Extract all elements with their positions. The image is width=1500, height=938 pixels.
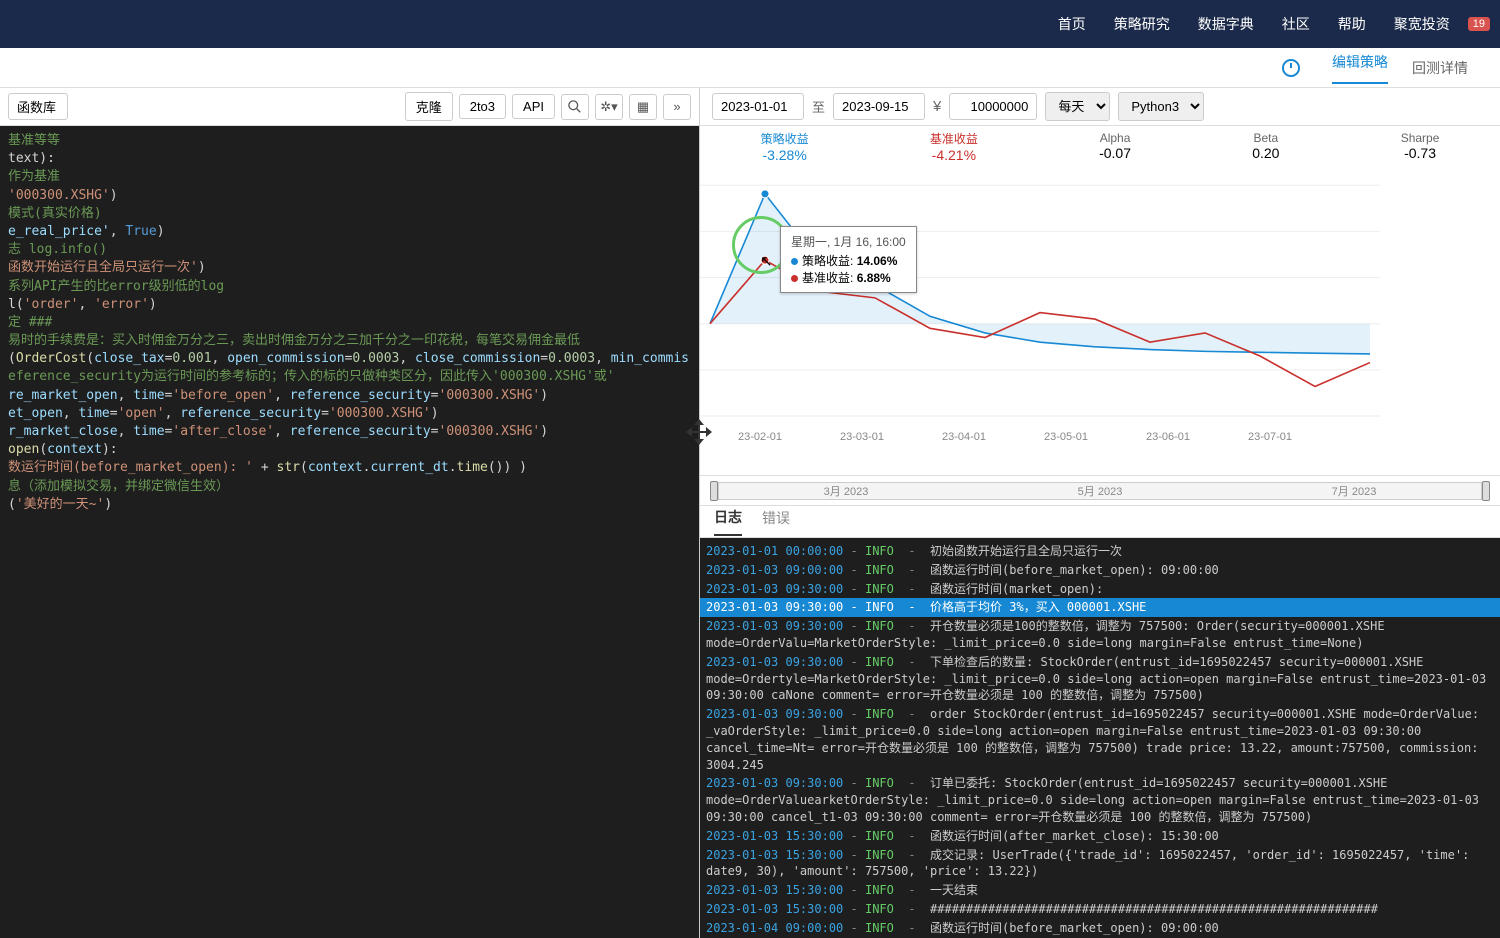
end-date-input[interactable] bbox=[833, 93, 925, 120]
split-drag-handle[interactable] bbox=[682, 415, 716, 449]
code-editor[interactable]: 基准等等text):作为基准'000300.XSHG')模式(真实价格)e_re… bbox=[0, 126, 699, 938]
editor-toolbar: 克隆 2to3 API ✲▾ ▦ » bbox=[0, 88, 699, 126]
start-date-input[interactable] bbox=[712, 93, 804, 120]
cursor-icon: ↖ bbox=[760, 252, 773, 270]
svg-text:23-03-01: 23-03-01 bbox=[840, 431, 884, 443]
tab-errors[interactable]: 错误 bbox=[762, 508, 790, 535]
clone-button[interactable]: 克隆 bbox=[405, 92, 453, 121]
top-nav: 首页 策略研究 数据字典 社区 帮助 聚宽投资 19 bbox=[0, 0, 1500, 48]
metrics-row: 策略收益-3.28% 基准收益-4.21% Alpha-0.07 Beta0.2… bbox=[700, 126, 1500, 166]
2to3-button[interactable]: 2to3 bbox=[459, 94, 506, 119]
log-row: 2023-01-03 15:30:00 - INFO - 成交记录: UserT… bbox=[700, 846, 1500, 882]
log-row: 2023-01-03 09:30:00 - INFO - 下单检查后的数量: S… bbox=[700, 653, 1500, 705]
backtest-controls: 至 ¥ 每天 Python3 bbox=[700, 88, 1500, 126]
frequency-select[interactable]: 每天 bbox=[1045, 92, 1110, 121]
nav-link[interactable]: 帮助 bbox=[1338, 16, 1366, 32]
metric-beta: Beta0.20 bbox=[1252, 131, 1279, 161]
svg-text:23-02-01: 23-02-01 bbox=[738, 431, 782, 443]
nav-link[interactable]: 社区 bbox=[1282, 16, 1310, 32]
svg-text:23-06-01: 23-06-01 bbox=[1146, 431, 1190, 443]
tab-logs[interactable]: 日志 bbox=[714, 507, 742, 536]
svg-text:23-04-01: 23-04-01 bbox=[942, 431, 986, 443]
api-button[interactable]: API bbox=[512, 94, 555, 119]
log-row: 2023-01-03 15:30:00 - INFO - ###########… bbox=[700, 900, 1500, 919]
nav-link[interactable]: 首页 bbox=[1058, 16, 1086, 32]
chart-tooltip: 星期一, 1月 16, 16:00 策略收益: 14.06% 基准收益: 6.8… bbox=[780, 226, 917, 293]
range-handle-right[interactable] bbox=[1482, 481, 1490, 501]
nav-link[interactable]: 聚宽投资 bbox=[1394, 16, 1450, 32]
svg-text:23-05-01: 23-05-01 bbox=[1044, 431, 1088, 443]
nav-link[interactable]: 数据字典 bbox=[1198, 16, 1254, 32]
metric-strategy-return: 策略收益-3.28% bbox=[761, 130, 809, 163]
log-row: 2023-01-03 15:30:00 - INFO - 函数运行时间(afte… bbox=[700, 827, 1500, 846]
nav-link[interactable]: 策略研究 bbox=[1114, 16, 1170, 32]
notif-badge[interactable]: 19 bbox=[1468, 17, 1490, 31]
tab-backtest-detail[interactable]: 回测详情 bbox=[1412, 58, 1468, 78]
metric-benchmark-return: 基准收益-4.21% bbox=[930, 130, 978, 163]
log-row: 2023-01-03 09:30:00 - INFO - order Stock… bbox=[700, 705, 1500, 774]
sub-nav: 编辑策略 回测详情 bbox=[0, 48, 1500, 88]
date-to-label: 至 bbox=[812, 97, 825, 116]
log-row: 2023-01-03 09:30:00 - INFO - 订单已委托: Stoc… bbox=[700, 774, 1500, 826]
log-row: 2023-01-04 09:00:00 - INFO - 函数运行时间(befo… bbox=[700, 919, 1500, 938]
function-lib-select[interactable] bbox=[8, 93, 68, 120]
log-row: 2023-01-03 09:00:00 - INFO - 函数运行时间(befo… bbox=[700, 561, 1500, 580]
date-range-slider[interactable]: 3月 20235月 20237月 2023 bbox=[700, 476, 1500, 506]
log-row: 2023-01-01 00:00:00 - INFO - 初始函数开始运行且全局… bbox=[700, 542, 1500, 561]
log-row: 2023-01-03 15:30:00 - INFO - 一天结束 bbox=[700, 881, 1500, 900]
language-select[interactable]: Python3 bbox=[1118, 92, 1204, 121]
log-output[interactable]: 2023-01-01 00:00:00 - INFO - 初始函数开始运行且全局… bbox=[700, 538, 1500, 938]
svg-text:23-07-01: 23-07-01 bbox=[1248, 431, 1292, 443]
metric-alpha: Alpha-0.07 bbox=[1099, 131, 1131, 161]
performance-chart[interactable]: 23-02-01 23-03-01 23-04-01 23-05-01 23-06-01… bbox=[700, 166, 1500, 476]
gear-icon[interactable]: ✲▾ bbox=[595, 94, 623, 120]
range-handle-left[interactable] bbox=[710, 481, 718, 501]
search-icon[interactable] bbox=[561, 94, 589, 120]
tab-edit-strategy[interactable]: 编辑策略 bbox=[1332, 52, 1388, 84]
currency-icon: ¥ bbox=[933, 98, 941, 115]
log-row: 2023-01-03 09:30:00 - INFO - 价格高于均价 3%，买… bbox=[700, 598, 1500, 617]
metric-sharpe: Sharpe-0.73 bbox=[1401, 131, 1440, 161]
grid-icon[interactable]: ▦ bbox=[629, 94, 657, 120]
log-row: 2023-01-03 09:30:00 - INFO - 开仓数量必须是100的… bbox=[700, 617, 1500, 653]
capital-input[interactable] bbox=[949, 93, 1037, 120]
clock-icon[interactable] bbox=[1282, 59, 1300, 77]
chevron-right-icon[interactable]: » bbox=[663, 94, 691, 120]
log-row: 2023-01-03 09:30:00 - INFO - 函数运行时间(mark… bbox=[700, 580, 1500, 599]
log-tabs: 日志 错误 bbox=[700, 506, 1500, 538]
